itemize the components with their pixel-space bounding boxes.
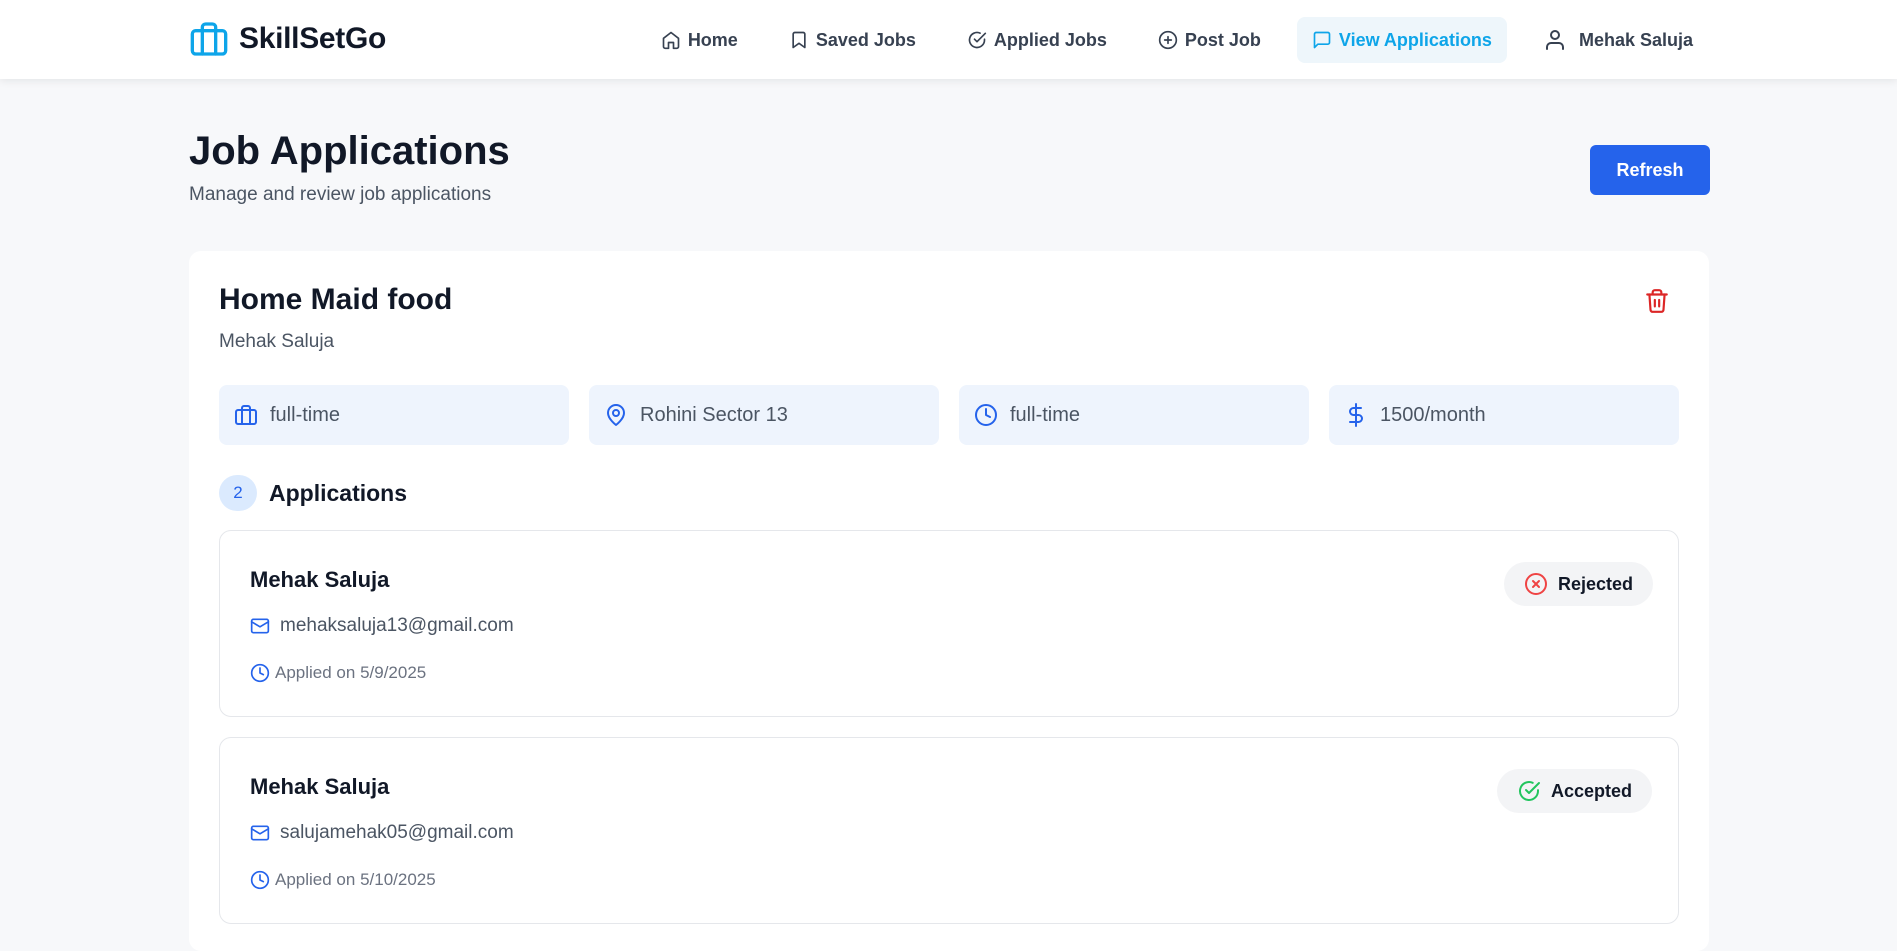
job-schedule-chip: full-time	[959, 385, 1309, 445]
job-location-chip: Rohini Sector 13	[589, 385, 939, 445]
nav-applied-jobs-label: Applied Jobs	[993, 29, 1107, 50]
delete-job-button[interactable]	[1644, 288, 1670, 314]
message-square-icon	[1313, 31, 1331, 49]
application-card: Mehak Saluja salujamehak05@gmail.com App…	[219, 737, 1679, 924]
job-card: Home Maid food Mehak Saluja full-time Ro…	[189, 251, 1709, 951]
refresh-button[interactable]: Refresh	[1590, 145, 1710, 195]
nav-applied-jobs[interactable]: Applied Jobs	[952, 17, 1122, 63]
applicant-email: mehaksaluja13@gmail.com	[250, 615, 514, 637]
status-text: Accepted	[1551, 780, 1633, 801]
briefcase-icon	[235, 405, 257, 425]
application-card: Mehak Saluja mehaksaluja13@gmail.com App…	[219, 530, 1679, 717]
briefcase-logo-icon	[190, 22, 228, 56]
home-icon	[662, 31, 680, 50]
plus-circle-icon	[1158, 30, 1178, 50]
nav-post-job-label: Post Job	[1184, 29, 1261, 50]
applied-date-text: Applied on 5/9/2025	[275, 663, 427, 682]
clock-icon	[250, 870, 270, 890]
applications-label: Applications	[269, 479, 408, 506]
check-circle-icon	[968, 31, 987, 49]
job-type-text: full-time	[270, 403, 341, 426]
job-title: Home Maid food	[219, 283, 453, 316]
job-schedule-text: full-time	[1010, 403, 1081, 426]
dollar-icon	[1349, 403, 1363, 427]
check-circle-icon	[1519, 781, 1540, 801]
trash-icon	[1646, 289, 1668, 313]
map-pin-icon	[607, 404, 625, 426]
nav-saved-jobs[interactable]: Saved Jobs	[774, 17, 931, 63]
applied-date: Applied on 5/9/2025	[250, 663, 426, 683]
applied-date: Applied on 5/10/2025	[250, 870, 436, 890]
applicant-name: Mehak Saluja	[250, 774, 390, 799]
applicant-email-text: mehaksaluja13@gmail.com	[280, 615, 514, 636]
applied-date-text: Applied on 5/10/2025	[275, 870, 436, 889]
nav-saved-jobs-label: Saved Jobs	[815, 29, 916, 50]
applicant-name: Mehak Saluja	[250, 567, 390, 592]
applications-count-badge: 2	[219, 475, 257, 511]
applicant-email: salujamehak05@gmail.com	[250, 822, 514, 844]
mail-icon	[250, 825, 270, 841]
status-badge-rejected: Rejected	[1504, 562, 1654, 606]
nav-profile[interactable]: Mehak Saluja	[1528, 17, 1708, 63]
x-circle-icon	[1525, 573, 1547, 595]
bookmark-icon	[792, 31, 806, 49]
clock-icon	[975, 404, 997, 426]
page-title: Job Applications	[189, 129, 510, 173]
applicant-email-text: salujamehak05@gmail.com	[280, 822, 514, 843]
mail-icon	[250, 618, 270, 634]
page-subtitle: Manage and review job applications	[189, 184, 492, 205]
top-navbar: SkillSetGo Home Saved Jobs Applied Jobs …	[0, 0, 1897, 79]
user-icon	[1545, 30, 1564, 50]
job-salary-text: 1500/month	[1380, 403, 1486, 426]
brand-logo[interactable]: SkillSetGo	[189, 18, 386, 60]
nav-post-job[interactable]: Post Job	[1143, 17, 1276, 63]
nav-view-applications[interactable]: View Applications	[1296, 17, 1507, 63]
nav-view-applications-label: View Applications	[1338, 29, 1492, 50]
job-salary-chip: 1500/month	[1329, 385, 1679, 445]
job-company: Mehak Saluja	[219, 331, 335, 352]
job-type-chip: full-time	[219, 385, 569, 445]
status-text: Rejected	[1558, 573, 1634, 594]
clock-icon	[250, 663, 270, 683]
main-nav: Home Saved Jobs Applied Jobs Post Job Vi…	[625, 17, 1708, 63]
applications-header: 2 Applications	[219, 475, 407, 511]
job-location-text: Rohini Sector 13	[640, 403, 788, 426]
nav-home[interactable]: Home	[646, 17, 753, 63]
nav-profile-label: Mehak Saluja	[1578, 29, 1693, 50]
status-badge-accepted: Accepted	[1497, 769, 1653, 813]
brand-name: SkillSetGo	[239, 22, 387, 55]
nav-home-label: Home	[687, 29, 738, 50]
